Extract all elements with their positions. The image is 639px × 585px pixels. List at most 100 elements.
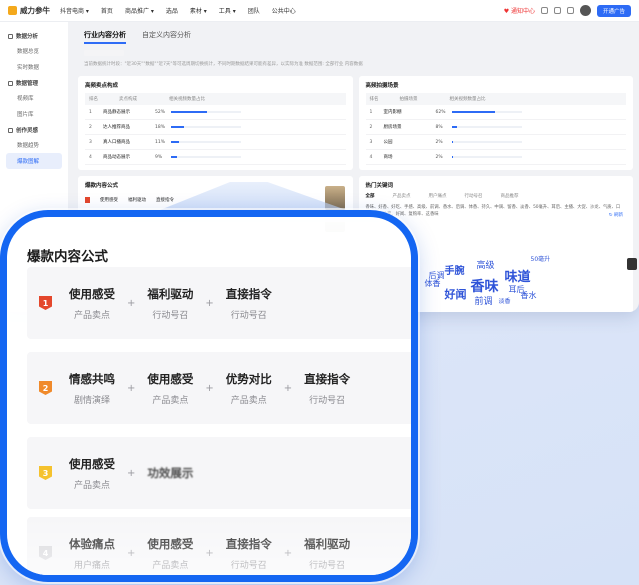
nav-item-selection[interactable]: 选品 (166, 6, 178, 15)
table-row: 2 达人推荐商品 18% (85, 120, 346, 135)
plus-icon: + (205, 297, 214, 309)
formula-row[interactable]: 4 体验痛点 用户痛点 + 使用感受 产品卖点 + 直接指令 行动号召 + 福利驱动 行动号召 (27, 517, 411, 575)
percent-bar (171, 141, 241, 143)
percent-bar-fill (451, 111, 495, 113)
term-label: 直接指令 (304, 371, 351, 386)
name-cell: 商品静态展示 (103, 110, 130, 115)
bulb-icon (8, 127, 13, 133)
percent-cell: 11% (155, 139, 166, 145)
term-label: 体验痛点 (69, 536, 115, 551)
formula-term: 功效展示 (144, 465, 196, 481)
percent-bar (451, 156, 522, 158)
nav-item-public[interactable]: 公共中心 (272, 6, 296, 15)
tab-custom[interactable]: 自定义内容分析 (142, 30, 191, 44)
sidebar-group-analysis[interactable]: 数据分析 (0, 28, 68, 43)
sidebar-item-hits[interactable]: 爆款图解 (6, 153, 62, 169)
term-label: 福利驱动 (304, 536, 351, 551)
feedback-icon[interactable] (627, 258, 637, 270)
name-cell: 达人推荐商品 (103, 125, 130, 130)
formula-term: 情感共鸣 剧情演绎 (66, 371, 118, 406)
panel-title: 热门关键词 (365, 183, 394, 189)
term-label: 优势对比 (225, 371, 272, 386)
percent-bar (171, 111, 241, 113)
term-label: 直接指令 (225, 286, 272, 301)
sidebar-group-data[interactable]: 数据管理 (0, 75, 68, 90)
notify-link[interactable]: ♥ 通知中心 (504, 6, 535, 15)
period-select[interactable] (84, 50, 124, 56)
analysis-tabs: 行业内容分析 自定义内容分析 (78, 28, 633, 48)
percent-bar-fill (451, 141, 453, 143)
cloud-word: 体香 (424, 279, 441, 288)
name-cell: 商品动态展示 (103, 155, 130, 160)
term-category: 剧情演绎 (73, 395, 110, 406)
formula-row[interactable]: 2 情感共鸣 剧情演绎 + 使用感受 产品卖点 + 优势对比 产品卖点 + 直接指令 行动号召 (27, 352, 411, 424)
percent-cell: 9% (155, 154, 163, 160)
kw-tab-all[interactable]: 全部 (366, 193, 375, 199)
sidebar-group-inspiration[interactable]: 创作灵感 (0, 122, 68, 137)
calendar-icon[interactable] (553, 7, 561, 14)
term-label: 福利驱动 (147, 286, 194, 301)
kw-tab-action[interactable]: 行动号召 (465, 193, 483, 199)
percent-bar (451, 111, 522, 113)
kw-tab-recommend[interactable]: 商品推荐 (501, 193, 519, 199)
formula-row[interactable]: 1 使用感受 产品卖点 + 福利驱动 行动号召 + 直接指令 行动号召 (27, 267, 411, 339)
percent-bar-fill (451, 156, 453, 158)
nav-item-home[interactable]: 首页 (101, 6, 113, 15)
message-icon[interactable] (540, 7, 548, 14)
top-nav-bar: 威力参牛 抖音电商 ▾ 首页 商品推广 ▾ 选品 素材 ▾ 工具 ▾ 团队 公共… (0, 0, 639, 22)
hint-text: 当前数据统计时段："近30天""数据""近7天"等可选周期切换统计，不同时期数据… (84, 62, 363, 67)
formula-row[interactable]: 3 使用感受 产品卖点 + 功效展示 (27, 437, 411, 509)
term-label: 使用感受 (147, 536, 194, 551)
refresh-button[interactable]: ↻ 刷新 (609, 212, 623, 218)
sidebar-item-videos[interactable]: 视频库 (0, 90, 68, 106)
kw-tab-selling[interactable]: 产品卖点 (393, 193, 411, 199)
mini-term: 直接指令 (156, 198, 174, 203)
plus-icon: + (283, 547, 293, 559)
rank-cell: 3 (89, 139, 92, 145)
nav-item-material[interactable]: 素材 ▾ (190, 6, 207, 15)
app-logo: 威力参牛 (20, 6, 50, 15)
plus-icon: + (127, 467, 136, 479)
table-row: 4 商场 2% (365, 150, 626, 165)
cloud-word: 50毫升 (530, 256, 551, 263)
keyword-tabs: 全部 产品卖点 用户痛点 行动号召 商品推荐 (366, 193, 627, 199)
percent-cell: 52% (155, 109, 166, 115)
formula-term: 使用感受 产品卖点 (144, 536, 196, 571)
panel-title: 爆款内容公式 (85, 183, 119, 189)
panel-title: 高频拍摄场景 (365, 83, 399, 89)
kw-tab-pain[interactable]: 用户痛点 (429, 193, 447, 199)
nav-item-tools[interactable]: 工具 ▾ (219, 6, 236, 15)
percent-bar (451, 126, 522, 128)
avatar[interactable] (579, 5, 591, 16)
settings-icon[interactable] (566, 7, 574, 14)
tab-industry[interactable]: 行业内容分析 (84, 30, 126, 44)
name-cell: 公园 (383, 140, 393, 145)
cloud-word: 香水 (520, 291, 537, 300)
formula-term: 优势对比 产品卖点 (223, 371, 275, 406)
sidebar-item-overview[interactable]: 数据总览 (0, 43, 68, 59)
percent-cell: 62% (435, 109, 446, 115)
plus-icon: + (127, 297, 136, 309)
plus-icon: + (283, 382, 293, 394)
nav-item-platform[interactable]: 抖音电商 ▾ (60, 6, 89, 15)
term-category: 产品卖点 (152, 560, 189, 571)
name-cell: 室内影棚 (383, 110, 402, 115)
rank-badge-icon: 1 (39, 296, 52, 310)
sidebar-item-images[interactable]: 图片库 (0, 106, 68, 122)
open-ads-button[interactable]: 开通广告 (596, 4, 631, 17)
card-title: 爆款内容公式 (27, 249, 108, 265)
rank-badge-icon: 3 (39, 466, 52, 480)
sidebar-item-trends[interactable]: 数据趋势 (0, 137, 68, 153)
term-label: 情感共鸣 (69, 371, 115, 386)
cloud-word: 味道 (504, 270, 531, 285)
rank-badge-icon (85, 197, 90, 203)
name-cell: 商场 (383, 155, 393, 160)
table-row: 1 商品静态展示 52% (85, 105, 346, 120)
sidebar-item-realtime[interactable]: 实时数据 (0, 59, 68, 75)
rank-cell: 2 (369, 124, 373, 130)
nav-item-team[interactable]: 团队 (248, 6, 260, 15)
percent-bar (171, 156, 241, 158)
table-row: 2 厨房场景 8% (365, 120, 626, 135)
term-label: 直接指令 (225, 536, 272, 551)
nav-item-promotion[interactable]: 商品推广 ▾ (125, 6, 154, 15)
